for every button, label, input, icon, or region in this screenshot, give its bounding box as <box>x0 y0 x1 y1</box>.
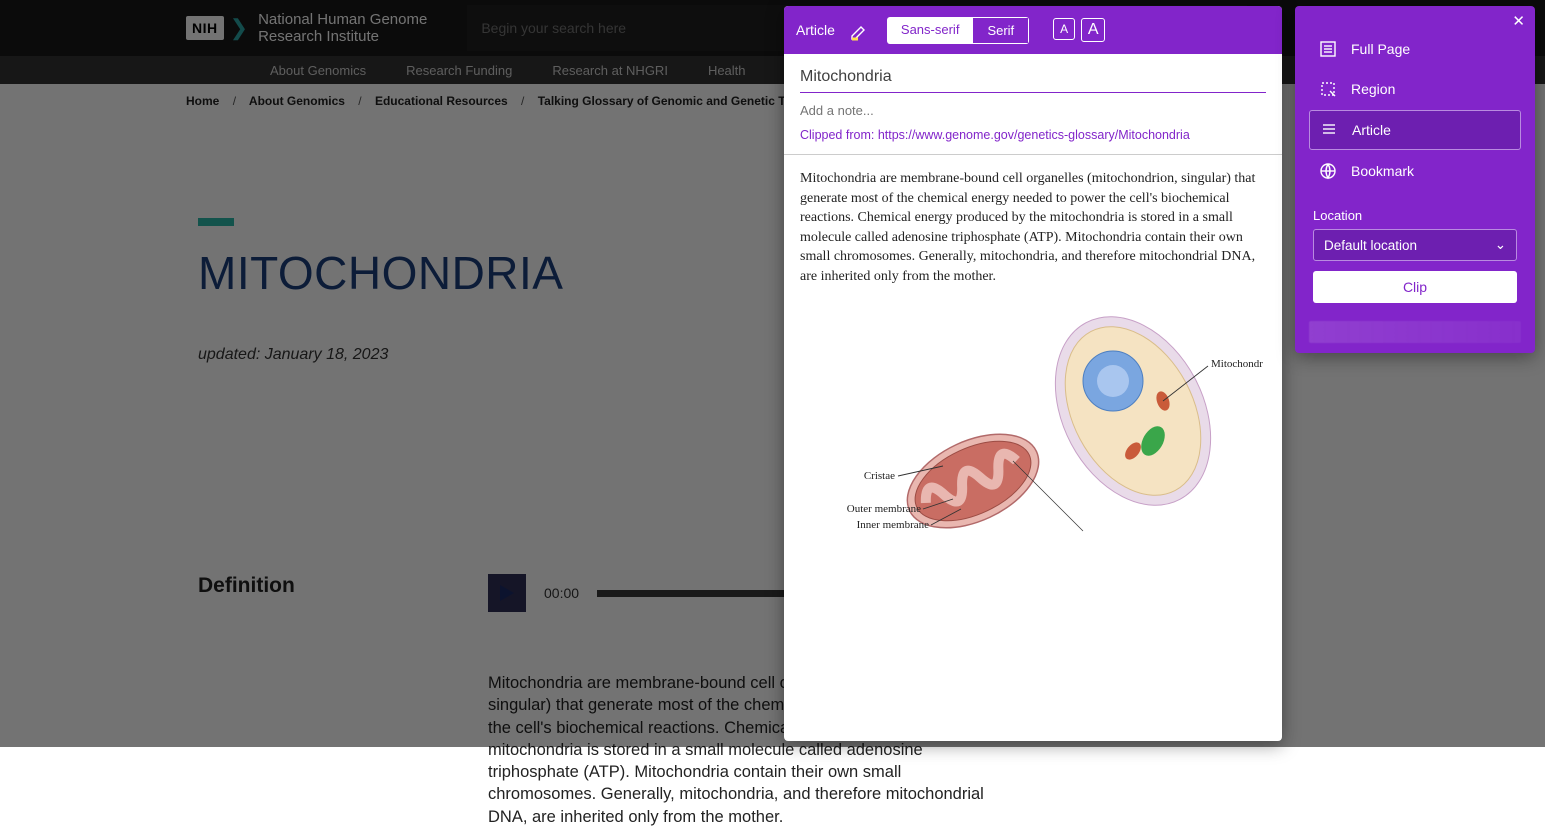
clipper-preview-panel: Article Sans-serif Serif A A Clipped fro… <box>784 6 1282 741</box>
clip-article-text: Mitochondria are membrane-bound cell org… <box>800 169 1266 287</box>
clip-modes: Full Page Region Article Bookmark <box>1295 6 1535 198</box>
clipper-preview-header: Article Sans-serif Serif A A <box>784 6 1282 54</box>
location-section: Location Default location ⌄ Clip <box>1295 198 1535 321</box>
diagram-label-outer-membrane: Outer membrane <box>847 503 921 515</box>
clipper-meta: Clipped from: https://www.genome.gov/gen… <box>784 54 1282 155</box>
diagram-label-mitochondria: Mitochondria <box>1211 358 1263 370</box>
location-label: Location <box>1313 208 1517 223</box>
clip-article-body: Mitochondria are membrane-bound cell org… <box>784 155 1282 741</box>
chevron-down-icon: ⌄ <box>1495 237 1506 253</box>
mode-bookmark-label: Bookmark <box>1351 163 1414 179</box>
font-size-group: A A <box>1053 18 1105 42</box>
font-size-increase-button[interactable]: A <box>1081 18 1105 42</box>
bookmark-icon <box>1319 162 1337 180</box>
clip-note-input[interactable] <box>800 93 1266 122</box>
mode-bookmark[interactable]: Bookmark <box>1309 152 1521 190</box>
highlighter-icon[interactable] <box>849 21 867 39</box>
font-sans-button[interactable]: Sans-serif <box>887 17 974 44</box>
mode-full-page[interactable]: Full Page <box>1309 30 1521 68</box>
font-serif-button[interactable]: Serif <box>973 17 1029 44</box>
clip-title-input[interactable] <box>800 64 1266 93</box>
mitochondria-diagram: Mitochondria Cristae Outer membrane Inne… <box>803 301 1263 561</box>
clip-button[interactable]: Clip <box>1313 271 1517 303</box>
clip-source-url: https://www.genome.gov/genetics-glossary… <box>878 128 1190 142</box>
font-size-decrease-button[interactable]: A <box>1053 18 1075 40</box>
mode-article-label: Article <box>1352 122 1391 138</box>
location-value: Default location <box>1324 238 1417 253</box>
clip-source-prefix: Clipped from: <box>800 128 878 142</box>
diagram-label-inner-membrane: Inner membrane <box>857 519 929 531</box>
diagram-label-cristae: Cristae <box>864 470 895 482</box>
mode-full-page-label: Full Page <box>1351 41 1410 57</box>
clipper-control-panel: ✕ Full Page Region Article Bookmark Loca… <box>1295 6 1535 353</box>
close-button[interactable]: ✕ <box>1512 12 1525 30</box>
clip-source[interactable]: Clipped from: https://www.genome.gov/gen… <box>800 122 1266 144</box>
region-icon <box>1319 80 1337 98</box>
mode-region[interactable]: Region <box>1309 70 1521 108</box>
article-icon <box>1320 121 1338 139</box>
mode-article[interactable]: Article <box>1309 110 1521 150</box>
panel-footer <box>1309 321 1521 343</box>
mode-region-label: Region <box>1351 81 1395 97</box>
font-toggle: Sans-serif Serif <box>887 17 1029 44</box>
location-select[interactable]: Default location ⌄ <box>1313 229 1517 261</box>
clipper-mode-label: Article <box>796 22 835 38</box>
full-page-icon <box>1319 40 1337 58</box>
